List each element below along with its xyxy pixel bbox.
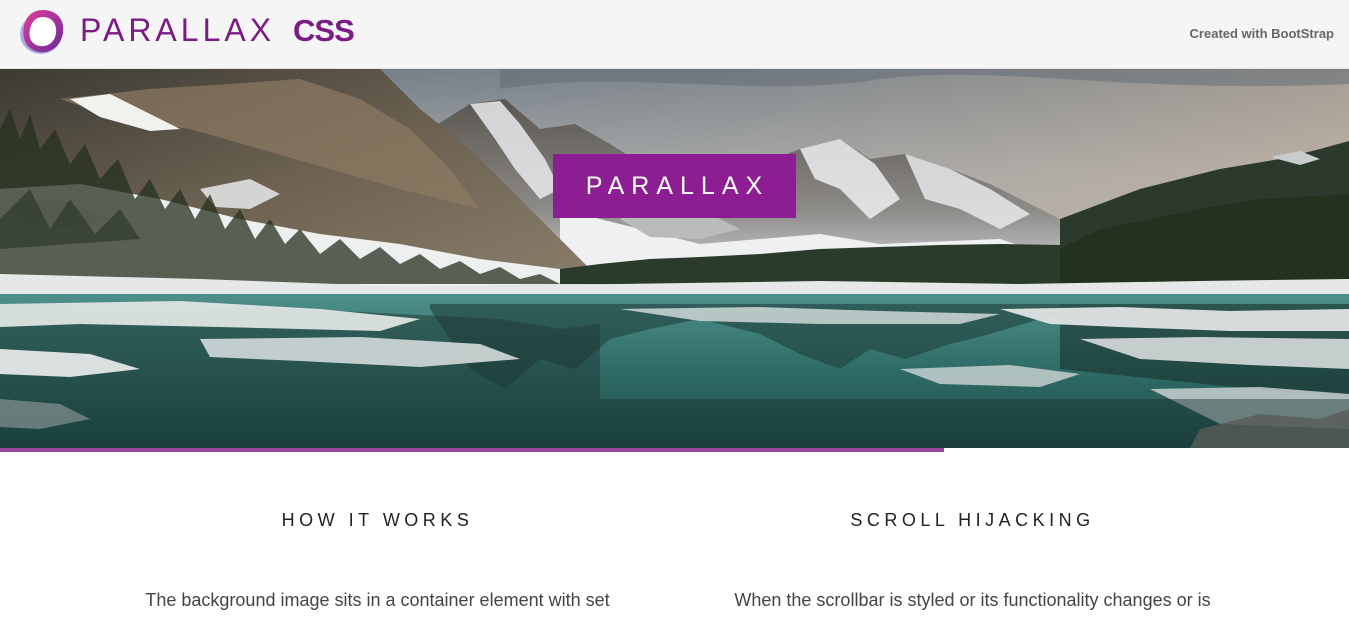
hero-badge: PARALLAX — [553, 154, 796, 218]
brand-title: PARALLAX — [80, 12, 276, 48]
parallax-logo-icon[interactable] — [17, 6, 69, 58]
section-heading: SCROLL HIJACKING — [850, 510, 1095, 530]
brand[interactable]: PARALLAX CSS — [80, 12, 355, 52]
hero-image: PARALLAX — [0, 69, 1349, 448]
section-how-it-works: HOW IT WORKS The background image sits i… — [80, 452, 675, 620]
section-scroll-hijacking: SCROLL HIJACKING When the scrollbar is s… — [675, 452, 1270, 620]
section-text: When the scrollbar is styled or its func… — [734, 590, 1211, 610]
section-heading: HOW IT WORKS — [281, 510, 474, 530]
section-text: The background image sits in a container… — [145, 590, 610, 610]
brand-subtitle: CSS — [293, 13, 355, 48]
created-with-bootstrap-link[interactable]: Created with BootStrap — [1190, 26, 1334, 41]
navbar: PARALLAX CSS Created with BootStrap — [0, 0, 1349, 69]
mountain-lake-image — [0, 69, 1349, 448]
